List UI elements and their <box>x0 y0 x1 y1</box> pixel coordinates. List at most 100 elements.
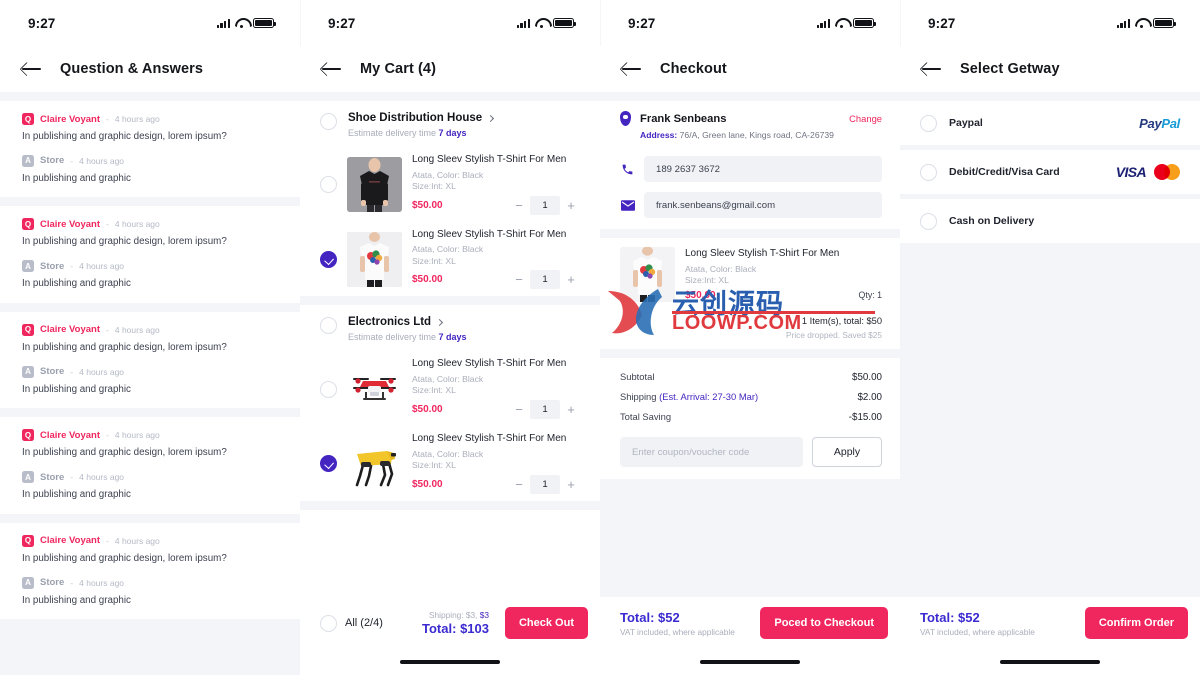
product-thumbnail-white-floral-tshirt <box>347 231 402 287</box>
chevron-right-icon <box>436 318 444 326</box>
status-time: 9:27 <box>328 15 356 31</box>
status-icons <box>816 17 877 29</box>
email-field[interactable]: frank.senbeans@gmail.com <box>644 192 882 218</box>
item-checkbox[interactable] <box>320 380 337 398</box>
apply-coupon-button[interactable]: Apply <box>812 437 882 467</box>
payment-method-paypal[interactable]: Paypal PayPal <box>900 101 1200 145</box>
product-size: Size:Int: XL <box>685 275 729 286</box>
back-arrow-icon[interactable] <box>922 60 942 78</box>
item-checkbox[interactable] <box>320 176 337 194</box>
email-row[interactable]: frank.senbeans@gmail.com <box>600 187 900 223</box>
shipping-label: Shipping: $3, <box>429 610 478 620</box>
question-time: 4 hours ago <box>114 535 160 546</box>
quantity-value: 1 <box>530 270 560 290</box>
cart-total-label: Total: <box>422 621 457 636</box>
total-row: Subtotal $50.00 <box>620 367 882 387</box>
app-bar-gateway: Select Getway <box>900 46 1200 92</box>
divider <box>600 229 900 238</box>
item-checkbox[interactable] <box>320 251 337 269</box>
cart-item-row[interactable]: Long Sleev Stylish T-Shirt For Men Atata… <box>300 426 600 501</box>
wifi-icon <box>535 18 548 28</box>
qa-thread[interactable]: Q Claire Voyant - 4 hours ago In publish… <box>0 311 300 409</box>
increase-quantity-button[interactable]: + <box>560 475 582 494</box>
app-bar-qa: Question & Answers <box>0 46 300 92</box>
question-badge-icon: Q <box>22 113 34 125</box>
product-attributes: Atata, Color: Black Size:Int: XL <box>412 449 582 472</box>
coupon-input[interactable]: Enter coupon/voucher code <box>620 437 803 467</box>
check-out-button[interactable]: Check Out <box>504 607 588 639</box>
select-all-control[interactable]: All (2/4) <box>320 614 383 632</box>
quantity-stepper[interactable]: − 1 + <box>508 270 582 290</box>
cart-item-row[interactable]: Long Sleev Stylish T-Shirt For Men Atata… <box>300 221 600 297</box>
answer-time: 4 hours ago <box>79 472 125 483</box>
quantity-stepper[interactable]: − 1 + <box>508 474 582 494</box>
coupon-section[interactable]: Enter coupon/voucher code Apply <box>600 431 900 479</box>
qa-thread[interactable]: Q Claire Voyant - 4 hours ago In publish… <box>0 522 300 620</box>
answer-text: In publishing and graphic <box>22 383 131 395</box>
store-name-row[interactable]: Electronics Ltd <box>348 316 467 328</box>
product-price: $50.00 <box>412 199 443 211</box>
checkout-total-value: $52 <box>658 609 680 625</box>
phone-row[interactable]: 189 2637 3672 <box>600 151 900 187</box>
paypal-logo: PayPal <box>1139 115 1180 131</box>
proceed-to-checkout-button[interactable]: Poced to Checkout <box>760 607 888 639</box>
question-badge-icon: Q <box>22 218 34 231</box>
total-row-value: $50.00 <box>852 372 882 383</box>
wifi-icon <box>835 18 848 28</box>
divider <box>300 92 600 101</box>
payment-method-label: Debit/Credit/Visa Card <box>949 166 1060 178</box>
quantity-value: 1 <box>530 474 560 494</box>
cart-item-list[interactable]: Shoe Distribution House Estimate deliver… <box>300 92 600 597</box>
decrease-quantity-button[interactable]: − <box>508 196 530 215</box>
page-title-checkout: Checkout <box>660 61 727 77</box>
answer-badge-icon: A <box>22 471 34 484</box>
increase-quantity-button[interactable]: + <box>560 400 582 419</box>
phone-field[interactable]: 189 2637 3672 <box>644 156 882 182</box>
checkout-content[interactable]: Frank Senbeans Change Address: 76/A, Gre… <box>600 92 900 597</box>
change-address-link[interactable]: Change <box>849 113 882 124</box>
battery-icon <box>553 17 577 29</box>
signal-icon <box>216 18 230 28</box>
store-group-header[interactable]: Electronics Ltd Estimate delivery time 7… <box>300 305 600 352</box>
answer-author: Store <box>40 366 65 378</box>
store-checkbox[interactable] <box>320 113 337 130</box>
payment-method-list[interactable]: Paypal PayPal Debit/Credit/Visa Card VIS… <box>900 92 1200 597</box>
email-icon <box>620 199 635 211</box>
payment-method-cod[interactable]: Cash on Delivery <box>900 199 1200 243</box>
quantity-stepper[interactable]: − 1 + <box>508 195 582 215</box>
increase-quantity-button[interactable]: + <box>560 196 582 215</box>
payment-method-card[interactable]: Debit/Credit/Visa Card VISA <box>900 150 1200 194</box>
cod-radio[interactable] <box>920 213 937 230</box>
quantity-stepper[interactable]: − 1 + <box>508 400 582 420</box>
decrease-quantity-button[interactable]: − <box>508 400 530 419</box>
decrease-quantity-button[interactable]: − <box>508 475 530 494</box>
page-title-gateway: Select Getway <box>960 61 1060 77</box>
back-arrow-icon[interactable] <box>22 60 42 78</box>
card-radio[interactable] <box>920 164 937 181</box>
back-arrow-icon[interactable] <box>322 60 342 78</box>
answer-time: 4 hours ago <box>79 577 125 588</box>
paypal-radio[interactable] <box>920 115 937 132</box>
select-all-checkbox[interactable] <box>320 615 337 632</box>
screenshot-board: 9:27 Question & Answers Q Claire Voyant … <box>0 0 1200 675</box>
address-label: Address: <box>640 130 678 140</box>
confirm-order-button[interactable]: Confirm Order <box>1084 607 1188 639</box>
increase-quantity-button[interactable]: + <box>560 270 582 289</box>
qa-thread[interactable]: Q Claire Voyant - 4 hours ago In publish… <box>0 206 300 303</box>
back-arrow-icon[interactable] <box>622 60 642 78</box>
total-row-label: Total Saving <box>620 411 672 422</box>
store-group-header[interactable]: Shoe Distribution House Estimate deliver… <box>300 101 600 147</box>
item-checkbox[interactable] <box>320 455 337 473</box>
qa-thread[interactable]: Q Claire Voyant - 4 hours ago In publish… <box>0 417 300 514</box>
store-checkbox[interactable] <box>320 317 337 335</box>
cart-item-row[interactable]: Long Sleev Stylish T-Shirt For Men Atata… <box>300 351 600 427</box>
qa-thread[interactable]: Q Claire Voyant - 4 hours ago In publish… <box>0 101 300 198</box>
question-text: In publishing and graphic design, lorem … <box>22 236 227 248</box>
answer-author: Store <box>40 260 65 272</box>
cart-item-row[interactable]: Long Sleev Stylish T-Shirt For Men Atata… <box>300 147 600 222</box>
answer-badge-icon: A <box>22 576 34 589</box>
divider <box>0 619 300 629</box>
store-name-row[interactable]: Shoe Distribution House <box>348 112 495 124</box>
decrease-quantity-button[interactable]: − <box>508 270 530 289</box>
qa-thread-list[interactable]: Q Claire Voyant - 4 hours ago In publish… <box>0 92 300 675</box>
